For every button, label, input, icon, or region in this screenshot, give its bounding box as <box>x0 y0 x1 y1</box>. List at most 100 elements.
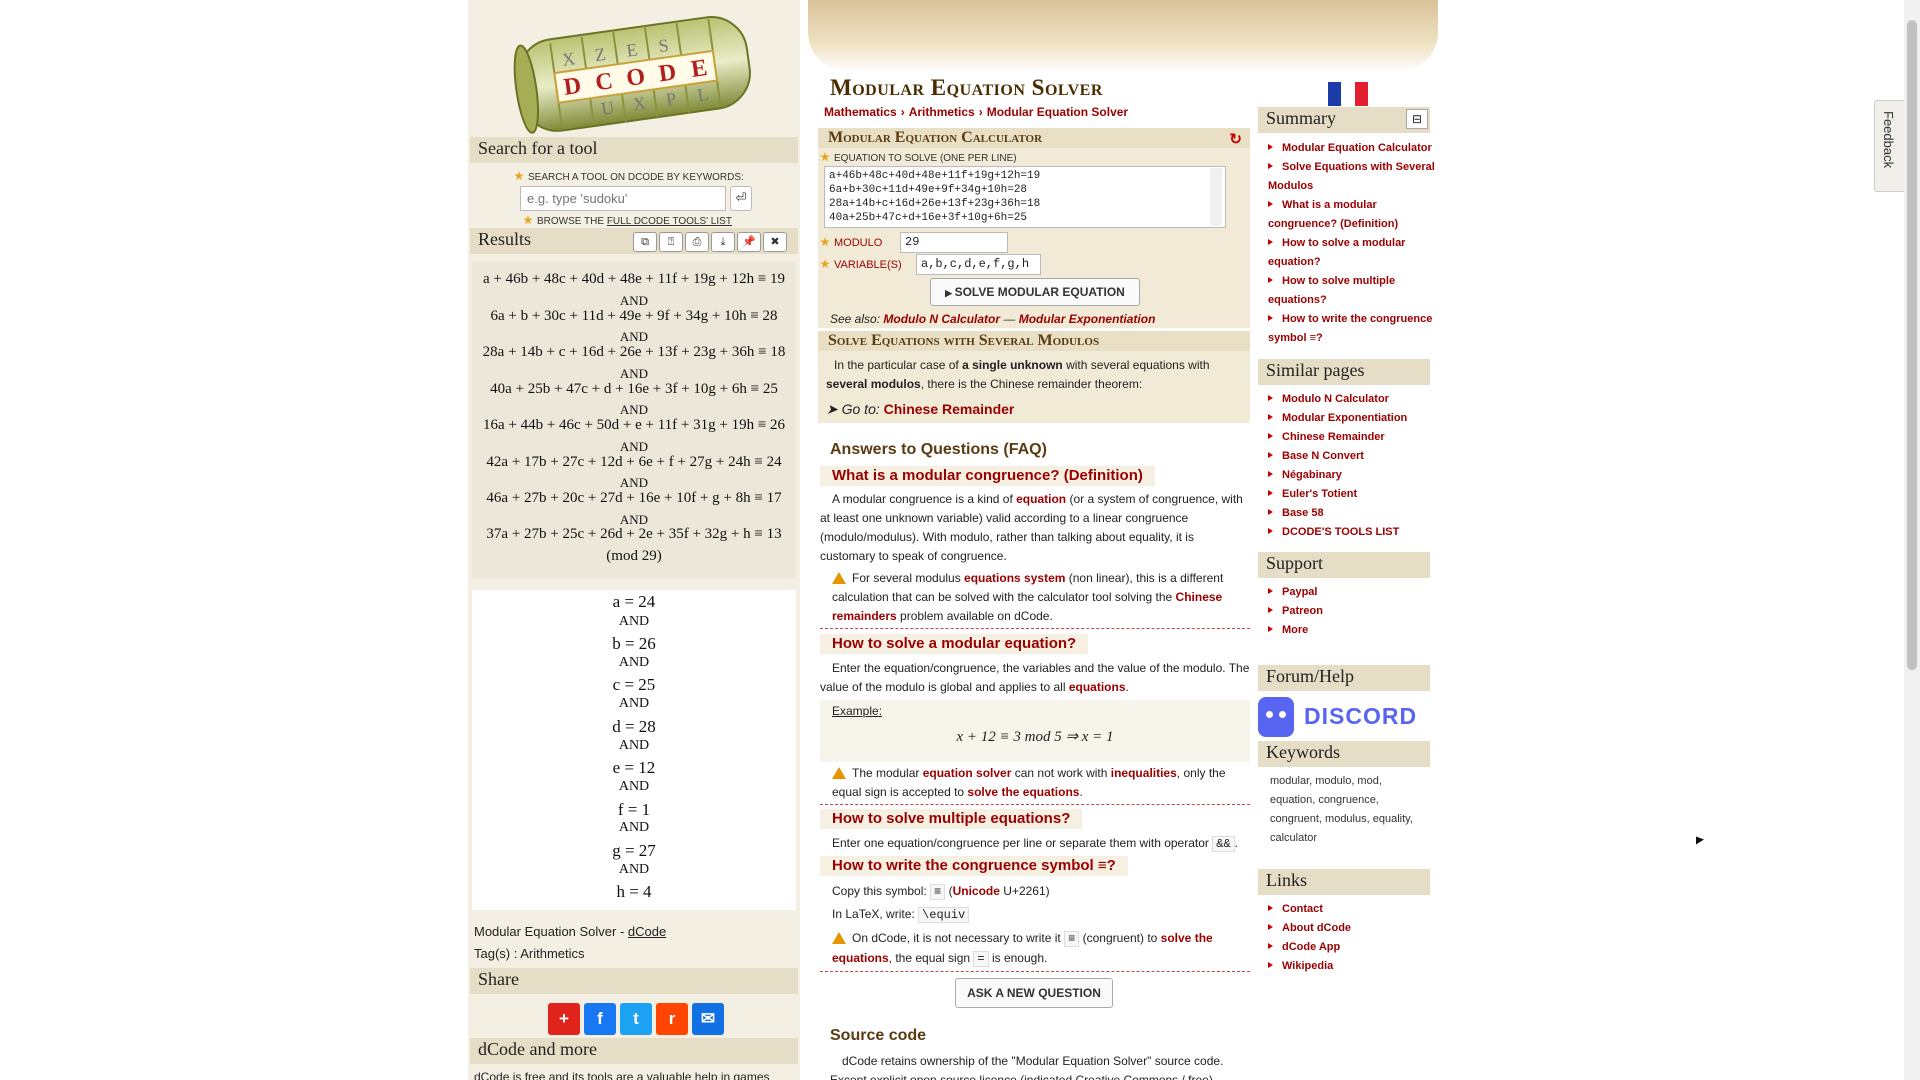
summary-toggle-button[interactable]: ⊟ <box>1406 109 1428 129</box>
equation-solver-link[interactable]: equation solver <box>923 766 1012 780</box>
support-item[interactable]: Paypal <box>1268 583 1438 602</box>
similar-link[interactable]: Base 58 <box>1282 507 1324 519</box>
similar-link[interactable]: Modular Exponentiation <box>1282 412 1407 424</box>
similar-link[interactable]: Négabinary <box>1282 469 1342 481</box>
about-link[interactable]: About dCode <box>1282 922 1351 934</box>
ask-question-button[interactable]: ASK A NEW QUESTION <box>955 978 1113 1008</box>
similar-item[interactable]: Euler's Totient <box>1268 485 1438 504</box>
browse-tools-link[interactable]: BROWSE THE FULL DCODE TOOLS' LIST <box>523 214 732 227</box>
print-result-button[interactable]: ⎙ <box>685 232 709 252</box>
text: (congruent) to <box>1079 931 1161 945</box>
summary-item[interactable]: How to write the congruence symbol ≡? <box>1268 310 1438 348</box>
chinese-remainder-link[interactable]: Chinese Remainder <box>884 401 1015 417</box>
similar-item[interactable]: Modular Exponentiation <box>1268 409 1438 428</box>
summary-link[interactable]: What is a modular congruence? (Definitio… <box>1268 199 1398 230</box>
french-flag-icon[interactable] <box>1328 82 1368 106</box>
star-icon <box>820 152 830 162</box>
copy-result-button[interactable]: ⧉ <box>633 232 657 252</box>
faq-answer: Copy this symbol: ≡ (Unicode U+2261) <box>832 882 1252 902</box>
solve-equations-link[interactable]: solve the equations <box>967 785 1079 799</box>
solution-value: c = 25 <box>612 675 656 694</box>
contact-link[interactable]: Contact <box>1282 903 1323 915</box>
equations-link[interactable]: equations <box>1069 680 1126 694</box>
citation-link[interactable]: dCode <box>628 924 666 939</box>
see-also-link[interactable]: Modular Exponentiation <box>1019 312 1156 326</box>
equation-textarea[interactable]: a+46b+48c+40d+48e+11f+19g+12h=19 6a+b+30… <box>824 166 1226 228</box>
support-item[interactable]: Patreon <box>1268 602 1438 621</box>
similar-item[interactable]: Modulo N Calculator <box>1268 390 1438 409</box>
similar-link[interactable]: Euler's Totient <box>1282 488 1357 500</box>
citation: Modular Equation Solver - dCode <box>474 924 666 939</box>
summary-item[interactable]: How to solve multiple equations? <box>1268 272 1438 310</box>
wikipedia-link[interactable]: Wikipedia <box>1282 960 1333 972</box>
download-result-button[interactable]: ⤓ <box>711 232 735 252</box>
pin-result-button[interactable]: 📌 <box>737 232 761 252</box>
similar-link[interactable]: Chinese Remainder <box>1282 431 1385 443</box>
similar-item[interactable]: Base 58 <box>1268 504 1438 523</box>
close-result-button[interactable]: ✖ <box>763 232 787 252</box>
equation-link[interactable]: equation <box>1016 492 1066 506</box>
unicode-link[interactable]: Unicode <box>953 884 1000 898</box>
forum-title: Forum/Help <box>1258 665 1430 691</box>
breadcrumb: Mathematics › Arithmetics › Modular Equation… <box>824 105 1129 119</box>
facebook-icon[interactable]: f <box>584 1003 616 1035</box>
search-input[interactable] <box>520 186 726 211</box>
links-item[interactable]: About dCode <box>1268 919 1438 938</box>
summary-item[interactable]: What is a modular congruence? (Definitio… <box>1268 196 1438 234</box>
source-code-text: dCode retains ownership of the "Modular … <box>842 1054 1224 1068</box>
help-result-button[interactable]: ⍰ <box>659 232 683 252</box>
reddit-icon[interactable]: r <box>656 1003 688 1035</box>
equations-system-link[interactable]: equations system <box>964 571 1065 585</box>
similar-link[interactable]: Base N Convert <box>1282 450 1364 462</box>
browse-link-text[interactable]: FULL DCODE TOOLS' LIST <box>607 216 732 227</box>
summary-item[interactable]: How to solve a modular equation? <box>1268 234 1438 272</box>
and-label: AND <box>618 696 650 711</box>
twitter-icon[interactable]: t <box>620 1003 652 1035</box>
links-item[interactable]: Wikipedia <box>1268 957 1438 976</box>
summary-link[interactable]: Solve Equations with Several Modulos <box>1268 161 1435 192</box>
page-scrollbar[interactable] <box>1904 0 1920 1080</box>
dcode-logo[interactable]: X Z E S D C O D E U X P L <box>505 6 763 138</box>
search-submit-button[interactable]: ⏎ <box>730 186 752 211</box>
text: . <box>1125 680 1129 694</box>
similar-link[interactable]: Modulo N Calculator <box>1282 393 1389 405</box>
summary-link[interactable]: How to solve multiple equations? <box>1268 275 1395 306</box>
patreon-link[interactable]: Patreon <box>1282 605 1323 617</box>
summary-link[interactable]: How to solve a modular equation? <box>1268 237 1405 268</box>
summary-item[interactable]: Solve Equations with Several Modulos <box>1268 158 1438 196</box>
app-link[interactable]: dCode App <box>1282 941 1340 953</box>
code-snippet: && <box>1212 836 1235 852</box>
links-item[interactable]: dCode App <box>1268 938 1438 957</box>
similar-item[interactable]: DCODE'S TOOLS LIST <box>1268 523 1438 542</box>
textarea-scrollbar[interactable] <box>1210 168 1222 226</box>
links-item[interactable]: Contact <box>1268 900 1438 919</box>
discord-button[interactable]: DISCORD <box>1258 697 1433 737</box>
similar-item[interactable]: Négabinary <box>1268 466 1438 485</box>
breadcrumb-item[interactable]: Modular Equation Solver <box>987 105 1128 119</box>
text: ( <box>945 884 953 898</box>
inequalities-link[interactable]: inequalities <box>1111 766 1177 780</box>
result-equation: 16a + 44b + 46c + 50d + e + 11f + 31g + … <box>482 417 786 433</box>
similar-link[interactable]: DCODE'S TOOLS LIST <box>1282 526 1399 538</box>
variables-input[interactable]: a,b,c,d,e,f,g,h <box>916 254 1041 275</box>
breadcrumb-item[interactable]: Arithmetics <box>909 105 975 119</box>
summary-item[interactable]: Modular Equation Calculator <box>1268 139 1438 158</box>
scrollbar-thumb[interactable] <box>1907 20 1917 670</box>
similar-item[interactable]: Base N Convert <box>1268 447 1438 466</box>
more-link[interactable]: More <box>1282 624 1308 636</box>
summary-link[interactable]: Modular Equation Calculator <box>1282 142 1432 154</box>
modulo-input[interactable]: 29 <box>900 232 1008 253</box>
support-item[interactable]: More <box>1268 621 1438 640</box>
breadcrumb-item[interactable]: Mathematics <box>824 105 897 119</box>
text: with several equations with <box>1062 358 1210 372</box>
equation-label: EQUATION TO SOLVE (ONE PER LINE) <box>820 151 1017 164</box>
summary-link[interactable]: How to write the congruence symbol ≡? <box>1268 313 1432 344</box>
email-icon[interactable]: ✉ <box>692 1003 724 1035</box>
see-also-link[interactable]: Modulo N Calculator <box>883 312 1000 326</box>
feedback-tab[interactable]: Feedback <box>1874 100 1904 192</box>
solve-button[interactable]: ▶ SOLVE MODULAR EQUATION <box>930 278 1140 306</box>
refresh-icon[interactable]: ↻ <box>1229 130 1242 149</box>
paypal-link[interactable]: Paypal <box>1282 586 1317 598</box>
share-add-icon[interactable]: + <box>548 1003 580 1035</box>
similar-item[interactable]: Chinese Remainder <box>1268 428 1438 447</box>
